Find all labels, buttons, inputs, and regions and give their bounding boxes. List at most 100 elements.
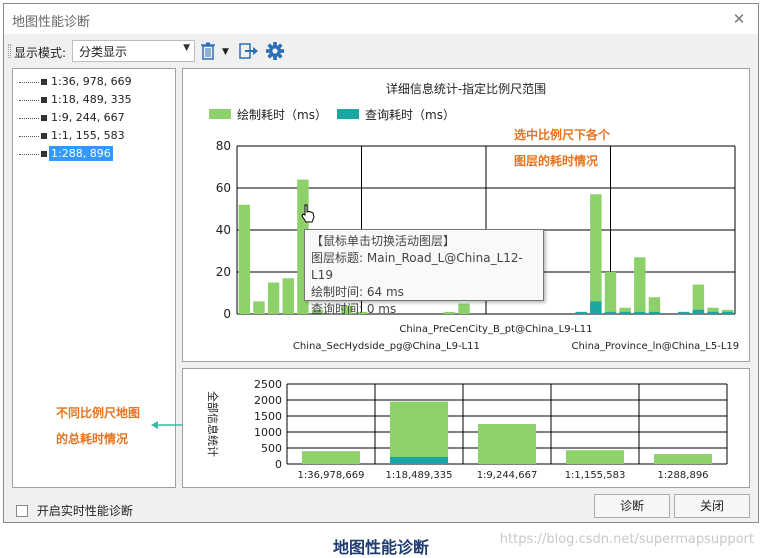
bar-draw-time[interactable] bbox=[692, 284, 705, 314]
bar-query-time[interactable] bbox=[604, 311, 617, 314]
x-tick-label: China_SecHydside_pg@China_L9-L11 bbox=[293, 341, 480, 352]
realtime-label: 开启实时性能诊断 bbox=[36, 504, 133, 518]
x-tick-label: 1:9,244,667 bbox=[477, 470, 538, 481]
bar-draw-time[interactable] bbox=[604, 272, 617, 314]
tooltip-heading: 【鼠标单击切换活动图层】 bbox=[311, 234, 456, 248]
tree-item-label: 1:288, 896 bbox=[49, 146, 113, 161]
x-tick-label: 1:18,489,335 bbox=[386, 470, 453, 481]
tree-node-icon bbox=[41, 151, 47, 157]
y-tick-label: 80 bbox=[216, 139, 231, 153]
window-title: 地图性能诊断 bbox=[12, 15, 91, 30]
tree-item-label: 1:1, 155, 583 bbox=[51, 129, 125, 142]
toolbar-grip[interactable] bbox=[8, 44, 11, 58]
tree-node-icon bbox=[41, 97, 47, 103]
tree-connector bbox=[19, 99, 39, 101]
diagnose-button[interactable]: 诊断 bbox=[594, 494, 670, 518]
gear-icon[interactable] bbox=[264, 41, 286, 61]
tree-connector bbox=[19, 117, 39, 119]
x-tick-label: 1:288,896 bbox=[657, 470, 708, 481]
realtime-diagnosis-toggle[interactable]: 开启实时性能诊断 bbox=[16, 502, 133, 519]
bar-query-time[interactable] bbox=[575, 311, 587, 314]
bar-query-time[interactable] bbox=[389, 456, 449, 464]
tree-connector bbox=[19, 153, 39, 155]
bar-draw-time[interactable] bbox=[590, 194, 602, 314]
display-mode-select[interactable]: 分类显示 ▼ bbox=[72, 40, 195, 62]
y-tick-label: 20 bbox=[216, 265, 231, 279]
tree-item-scale[interactable]: 1:36, 978, 669 bbox=[19, 75, 134, 91]
title-bar: 地图性能诊断 ✕ bbox=[4, 4, 758, 34]
legend-label: 查询耗时（ms） bbox=[365, 108, 455, 122]
display-mode-value: 分类显示 bbox=[79, 45, 128, 59]
tree-item-label: 1:18, 489, 335 bbox=[51, 93, 132, 106]
x-tick-label: 1:1,155,583 bbox=[565, 470, 626, 481]
tooltip-draw-time: 绘制时间: 64 ms bbox=[311, 285, 404, 299]
bar-query-time[interactable] bbox=[707, 311, 719, 314]
tree-item-scale[interactable]: 1:1, 155, 583 bbox=[19, 129, 127, 145]
layer-time-annotation-line2: 图层的耗时情况 bbox=[514, 154, 599, 168]
x-tick-label: 1:36,978,669 bbox=[298, 470, 365, 481]
bar-draw-time[interactable] bbox=[389, 401, 449, 464]
close-icon[interactable]: ✕ bbox=[728, 8, 750, 30]
x-tick-label: China_PreCenCity_B_pt@China_L9-L11 bbox=[399, 324, 592, 335]
total-bar-chart: 全部信息统计 2500 2000 1500 1000 500 0 1:36,978,669 1:… bbox=[206, 378, 728, 481]
layer-time-annotation-line1: 选中比例尺下各个 bbox=[514, 128, 611, 142]
bar-query-time[interactable] bbox=[678, 311, 690, 314]
total-time-annotation: 不同比例尺地图 的总耗时情况 bbox=[56, 400, 140, 452]
legend-label: 绘制耗时（ms） bbox=[237, 107, 327, 122]
total-time-annotation-line1: 不同比例尺地图 bbox=[56, 406, 141, 420]
bar-draw-time[interactable] bbox=[267, 282, 280, 315]
bar-query-time[interactable] bbox=[619, 311, 631, 314]
bar-draw-time[interactable] bbox=[634, 257, 646, 314]
bar-draw-time[interactable] bbox=[477, 424, 537, 464]
bar-draw-time[interactable] bbox=[565, 450, 625, 464]
delete-options-chevron-icon[interactable]: ▼ bbox=[222, 47, 234, 67]
close-button[interactable]: 关闭 bbox=[674, 494, 750, 518]
export-icon[interactable] bbox=[238, 41, 260, 61]
bar-draw-time[interactable] bbox=[253, 301, 265, 314]
y-axis-label: 全部信息统计 bbox=[206, 391, 220, 457]
tree-connector bbox=[19, 135, 39, 137]
tree-item-scale[interactable]: 1:288, 896 bbox=[19, 146, 113, 163]
performance-diagnosis-window: 地图性能诊断 ✕ 显示模式: 分类显示 ▼ ▼ 1:36, 978, 669 1… bbox=[3, 3, 759, 523]
total-chart-panel: 全部信息统计 2500 2000 1500 1000 500 0 1:36,978,669 1:… bbox=[182, 368, 750, 488]
y-tick-label: 40 bbox=[216, 223, 231, 237]
bar-query-time[interactable] bbox=[721, 311, 734, 314]
bar-query-time[interactable] bbox=[590, 301, 602, 314]
tooltip-layer-title: 图层标题: Main_Road_L@China_L12-L19 bbox=[311, 251, 523, 282]
realtime-checkbox[interactable] bbox=[16, 505, 28, 517]
annotation-arrow-icon bbox=[150, 419, 184, 434]
bar-query-time[interactable] bbox=[648, 311, 661, 314]
y-tick-label: 0 bbox=[275, 458, 282, 471]
chart-title: 详细信息统计-指定比例尺范围 bbox=[386, 81, 546, 96]
y-tick-label: 0 bbox=[223, 307, 231, 321]
bar-query-time[interactable] bbox=[692, 309, 705, 314]
bar-query-time[interactable] bbox=[634, 311, 646, 314]
bar-draw-time[interactable] bbox=[282, 278, 294, 314]
y-tick-label: 2500 bbox=[254, 378, 282, 391]
x-tick-label: China_Province_ln@China_L5-L19 bbox=[571, 341, 739, 352]
cursor-hand-icon bbox=[300, 204, 316, 227]
delete-icon[interactable] bbox=[198, 41, 220, 61]
tree-node-icon bbox=[41, 133, 47, 139]
layer-time-annotation: 选中比例尺下各个 图层的耗时情况 bbox=[514, 122, 610, 174]
toolbar: 显示模式: 分类显示 ▼ ▼ bbox=[4, 35, 758, 65]
bar-draw-time[interactable] bbox=[301, 451, 361, 464]
tree-item-label: 1:9, 244, 667 bbox=[51, 111, 125, 124]
tree-node-icon bbox=[41, 79, 47, 85]
tree-node-icon bbox=[41, 115, 47, 121]
tree-connector bbox=[19, 81, 39, 83]
legend-swatch bbox=[337, 109, 359, 119]
chevron-down-icon: ▼ bbox=[183, 43, 190, 53]
tree-item-scale[interactable]: 1:9, 244, 667 bbox=[19, 111, 127, 127]
bar-draw-time[interactable] bbox=[648, 297, 661, 314]
bar-draw-time[interactable] bbox=[238, 204, 251, 314]
tooltip-query-time: 查询时间: 0 ms bbox=[311, 302, 397, 316]
y-tick-label: 1500 bbox=[254, 410, 282, 423]
total-time-annotation-line2: 的总耗时情况 bbox=[56, 432, 129, 446]
legend-swatch bbox=[209, 109, 231, 119]
tree-item-scale[interactable]: 1:18, 489, 335 bbox=[19, 93, 134, 109]
bar-draw-time[interactable] bbox=[653, 454, 713, 464]
y-tick-label: 1000 bbox=[254, 426, 282, 439]
y-tick-label: 2000 bbox=[254, 394, 282, 407]
y-tick-label: 60 bbox=[216, 181, 231, 195]
